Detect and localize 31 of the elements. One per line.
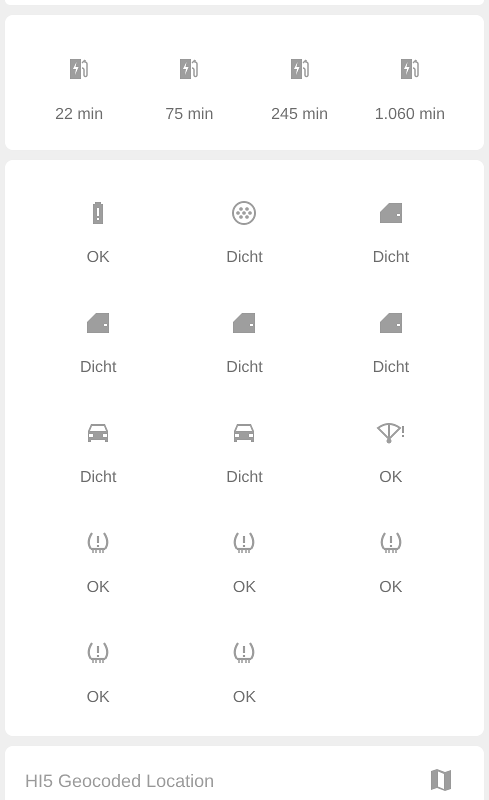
status-label: OK — [86, 578, 110, 598]
status-label: OK — [379, 578, 402, 598]
status-label: Dicht — [226, 248, 263, 268]
map-icon[interactable] — [430, 768, 452, 792]
status-label: Dicht — [372, 248, 410, 268]
status-label: Dicht — [226, 468, 263, 488]
status-label: Dicht — [80, 468, 116, 488]
status-label: OK — [232, 578, 256, 598]
car-door-icon — [378, 311, 404, 335]
status-label: OK — [379, 468, 402, 488]
charging-time: 22 min — [55, 105, 104, 125]
charging-time: 245 min — [271, 105, 328, 125]
charging-socket-icon — [231, 200, 258, 226]
status-label: OK — [86, 248, 110, 268]
tire-pressure-icon — [378, 530, 404, 556]
car-door-icon — [85, 311, 112, 335]
car-door-icon — [231, 311, 258, 335]
car-door-icon — [378, 201, 404, 225]
status-label: Dicht — [80, 358, 116, 378]
card-title: HI5 Geocoded Location — [25, 770, 214, 793]
windshield-wiper-icon — [376, 420, 406, 446]
tire-pressure-icon — [85, 640, 112, 666]
status-label: OK — [232, 688, 256, 708]
status-label: OK — [86, 688, 110, 708]
tire-pressure-icon — [231, 530, 258, 556]
tire-pressure-icon — [85, 530, 112, 556]
tire-pressure-icon — [231, 640, 258, 666]
status-label: Dicht — [372, 358, 410, 378]
charging-time: 75 min — [165, 105, 214, 125]
status-label: Dicht — [226, 358, 263, 378]
charging-time: 1.060 min — [374, 105, 445, 125]
